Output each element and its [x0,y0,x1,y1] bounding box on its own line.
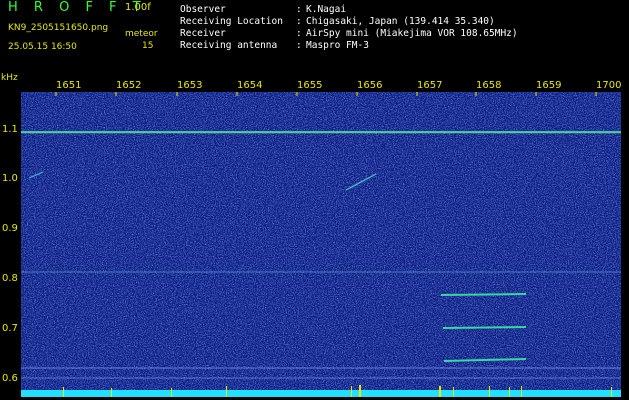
x-tick-label: 1659 [536,80,562,91]
meta-label-antenna: Receiving antenna [180,40,278,51]
y-tick-label: 1.1 [2,124,18,135]
spectrogram [21,92,621,397]
meta-label-location: Receiving Location [180,16,283,27]
datetime-label: 25.05.15 16:50 [8,42,77,52]
x-tick-label: 1651 [56,80,82,91]
mode-label: meteor [125,29,158,39]
meta-sep: : [296,16,302,27]
meteor-echo [442,326,527,329]
y-axis-unit: kHz [1,73,18,83]
x-tick-label: 1653 [177,80,203,91]
meta-value-receiver: AirSpy mini (Miakejima VOR 108.65MHz) [306,28,518,39]
x-tick-label: 1654 [237,80,263,91]
spectrogram-svg [21,92,621,397]
filename-label: KN9_2505151650.png [8,23,109,33]
x-tick-label: 1657 [417,80,443,91]
x-tick-label: 1656 [357,80,383,91]
noise-bright [21,92,621,397]
y-tick-label: 0.9 [2,223,18,234]
hrofft-window: H R O F F T 1.00f KN9_2505151650.png 25.… [0,0,629,400]
x-tick-label: 1655 [297,80,323,91]
x-tick-label: 1658 [476,80,502,91]
y-tick-label: 1.0 [2,173,18,184]
meta-label-observer: Observer [180,4,226,15]
x-tick-label: 1700 [596,80,622,91]
meta-label-receiver: Receiver [180,28,226,39]
y-tick-label: 0.6 [2,373,18,384]
y-tick-label: 0.7 [2,323,18,334]
version-label: 1.00f [125,2,151,13]
meta-value-antenna: Maspro FM-3 [306,40,369,51]
meta-value-location: Chigasaki, Japan (139.414 35.340) [306,16,495,27]
meta-sep: : [296,40,302,51]
x-tick-label: 1652 [116,80,142,91]
meteor-echo [440,293,527,296]
count-label: 15 [142,41,154,51]
meta-sep: : [296,4,302,15]
meta-value-observer: K.Nagai [306,4,347,15]
y-tick-label: 0.8 [2,273,18,284]
meta-sep: : [296,28,302,39]
